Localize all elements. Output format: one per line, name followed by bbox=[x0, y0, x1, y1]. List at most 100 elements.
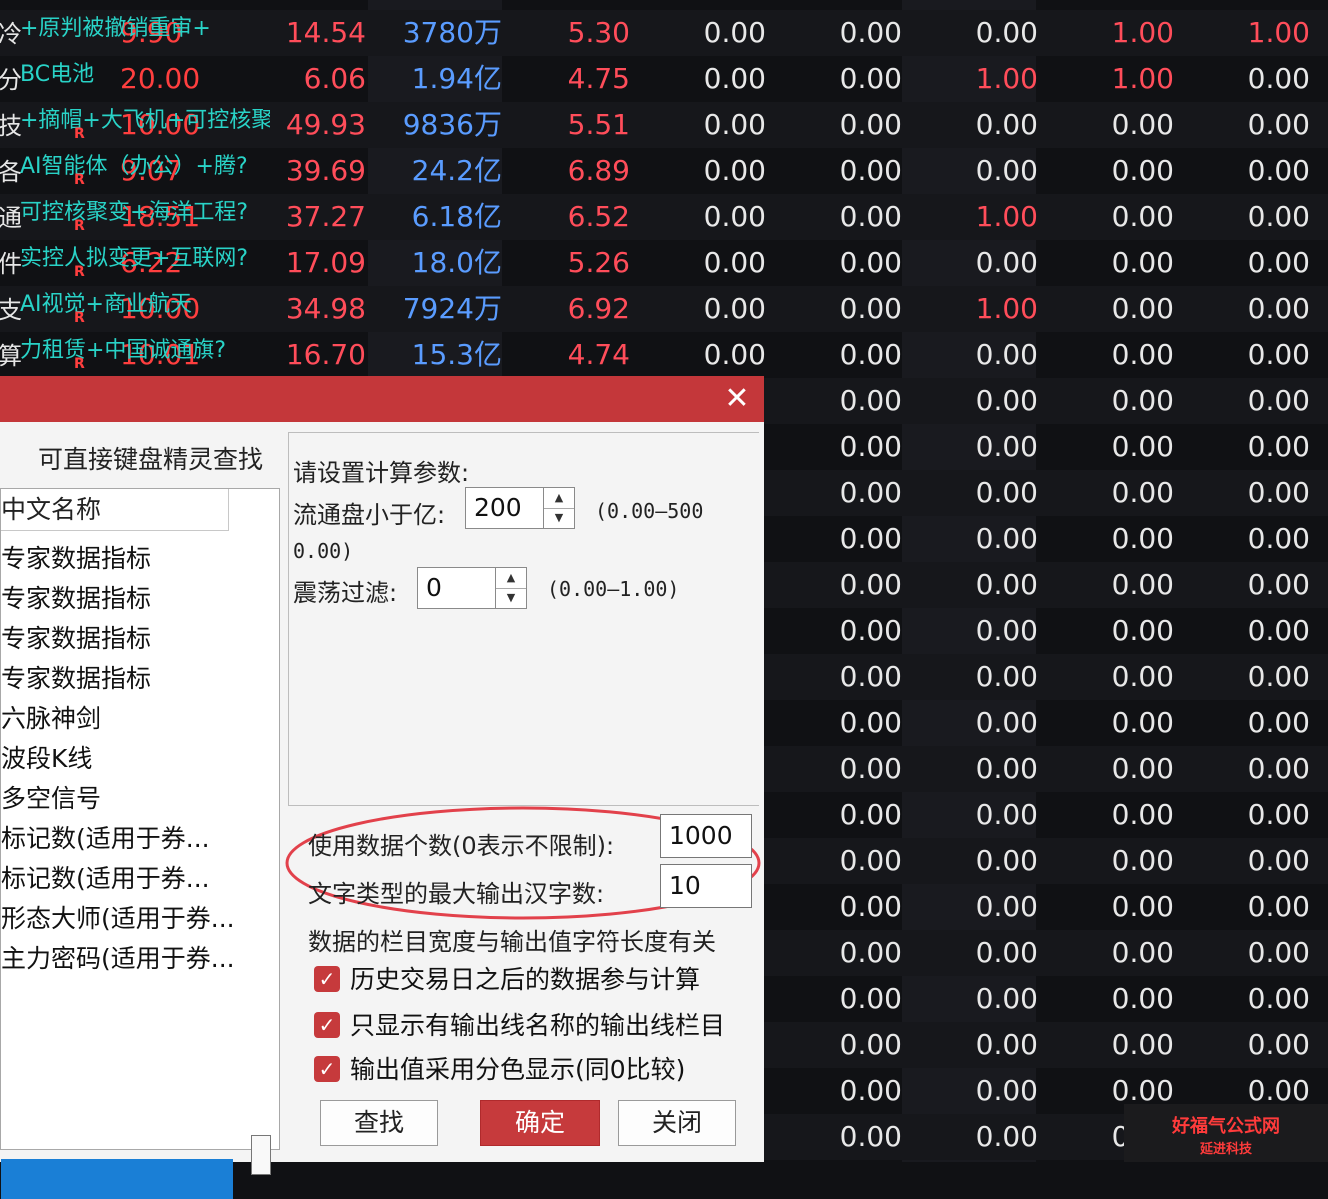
list-item[interactable]: 主力密码(适用于券... bbox=[1, 939, 271, 979]
table-cell-c4: 0.00 bbox=[703, 200, 766, 233]
table-cell-c5: 0.00 bbox=[839, 62, 902, 95]
table-cell-c6: 0.00 bbox=[975, 798, 1038, 831]
max-chars-input[interactable]: 10 bbox=[660, 864, 752, 908]
table-cell-c7: 0.00 bbox=[1111, 752, 1174, 785]
stock-name-fragment: 算 bbox=[0, 342, 22, 370]
search-hint: 可直接键盘精灵查找 bbox=[38, 445, 264, 474]
checkbox-history-days[interactable]: ✓ bbox=[314, 966, 340, 992]
list-item[interactable]: 专家数据指标 bbox=[1, 659, 271, 699]
float-cap-stepper[interactable]: 200 ▲ ▼ bbox=[465, 487, 575, 529]
table-row[interactable]: 通 18.51 可控核聚变+海洋工程? R 37.27 6.18亿 6.52 0.00 0.00… bbox=[0, 194, 1328, 240]
table-cell-c5: 0.00 bbox=[839, 522, 902, 555]
find-button[interactable]: 查找 bbox=[320, 1100, 438, 1146]
list-item[interactable]: 形态大师(适用于券... bbox=[1, 899, 271, 939]
stock-name-cell[interactable]: 通 18.51 可控核聚变+海洋工程? R bbox=[0, 194, 270, 240]
dialog-titlebar[interactable]: ✕ bbox=[0, 376, 764, 422]
table-cell-c1: 14.54 bbox=[285, 16, 366, 49]
close-button[interactable]: 关闭 bbox=[618, 1100, 736, 1146]
table-cell-c1: 49.93 bbox=[285, 108, 366, 141]
float-cap-value[interactable]: 200 bbox=[474, 488, 522, 528]
list-item[interactable]: 专家数据指标 bbox=[1, 579, 271, 619]
table-cell-c4: 0.00 bbox=[703, 338, 766, 371]
stock-name-cell[interactable]: 支 10.00 AI视觉+商业航天 R bbox=[0, 286, 270, 332]
list-scrollbar[interactable] bbox=[251, 1135, 271, 1175]
params-pane: 请设置计算参数: 流通盘小于亿: 200 ▲ ▼ (0.00—500 0.00) … bbox=[288, 432, 759, 806]
stock-name-cell[interactable]: 算 10.01 力租赁+中国诚通旗? R bbox=[0, 332, 270, 378]
stock-name-fragment: 通 bbox=[0, 204, 22, 232]
table-cell-c8: 0.00 bbox=[1247, 476, 1310, 509]
param1-range: (0.00—500 bbox=[595, 499, 704, 523]
table-cell-c3: 5.51 bbox=[567, 108, 630, 141]
table-cell-c7: 0.00 bbox=[1111, 292, 1174, 325]
stepper-up-icon[interactable]: ▲ bbox=[496, 568, 526, 589]
oscillation-filter-stepper[interactable]: 0 ▲ ▼ bbox=[417, 567, 527, 609]
list-item[interactable]: 专家数据指标 bbox=[1, 619, 271, 659]
list-item[interactable]: 六脉神剑 bbox=[1, 699, 271, 739]
table-cell-c5: 0.00 bbox=[839, 200, 902, 233]
table-cell-c7: 0.00 bbox=[1111, 384, 1174, 417]
table-cell-c2: 3780万 bbox=[402, 16, 502, 49]
table-cell-c5: 0.00 bbox=[839, 430, 902, 463]
checkbox-named-lines-only[interactable]: ✓ bbox=[314, 1012, 340, 1038]
table-cell-c6: 0.00 bbox=[975, 154, 1038, 187]
table-cell-c7: 0.00 bbox=[1111, 706, 1174, 739]
stepper-up-icon[interactable]: ▲ bbox=[544, 488, 574, 509]
table-cell-c5: 0.00 bbox=[839, 844, 902, 877]
list-column-header[interactable]: 中文名称 bbox=[1, 489, 229, 531]
table-cell-c5: 0.00 bbox=[839, 476, 902, 509]
table-cell-c1: 16.70 bbox=[285, 338, 366, 371]
table-row[interactable]: 各 9.07 AI智能体（办公）+腾? R 39.69 24.2亿 6.89 0.00 0.00… bbox=[0, 148, 1328, 194]
table-row[interactable]: 支 10.00 AI视觉+商业航天 R 34.98 7924万 6.92 0.00 0.00 1.… bbox=[0, 286, 1328, 332]
list-item[interactable]: 标记数(适用于券... bbox=[1, 819, 271, 859]
table-cell-c3: 5.30 bbox=[567, 16, 630, 49]
checkbox-named-lines-only-label[interactable]: 只显示有输出线名称的输出线栏目 bbox=[350, 1006, 725, 1042]
data-count-input[interactable]: 1000 bbox=[660, 814, 752, 858]
table-row[interactable]: 算 10.01 力租赁+中国诚通旗? R 16.70 15.3亿 4.74 0.00 0.00 0… bbox=[0, 332, 1328, 378]
stock-name-cell[interactable]: 技 10.00 +摘帽+大飞机+可控核聚 R bbox=[0, 102, 270, 148]
margin-r-icon: R bbox=[74, 356, 85, 372]
table-cell-c3: 6.52 bbox=[567, 200, 630, 233]
list-item[interactable]: 多空信号 bbox=[1, 779, 271, 819]
stock-name-cell[interactable]: 冷 9.90 +原判被撤销重审+ bbox=[0, 10, 270, 56]
table-row[interactable]: 冷 9.90 +原判被撤销重审+ 14.54 3780万 5.30 0.00 0.00 0.00… bbox=[0, 10, 1328, 56]
table-cell-c8: 0.00 bbox=[1247, 982, 1310, 1015]
checkbox-history-days-label[interactable]: 历史交易日之后的数据参与计算 bbox=[350, 960, 700, 996]
list-item[interactable]: 波段K线 bbox=[1, 739, 271, 779]
indicator-list[interactable]: 中文名称 专家数据指标 专家数据指标 专家数据指标 专家数据指标 六脉神剑 波段K线 多空信… bbox=[0, 488, 280, 1199]
close-icon[interactable]: ✕ bbox=[718, 380, 756, 418]
table-cell-c5: 0.00 bbox=[839, 1120, 902, 1153]
table-cell-c4: 0.00 bbox=[703, 246, 766, 279]
table-cell-c7: 0.00 bbox=[1111, 108, 1174, 141]
table-cell-c8: 0.00 bbox=[1247, 844, 1310, 877]
list-item[interactable]: 专家数据指标 bbox=[1, 539, 271, 579]
checkbox-color-output[interactable]: ✓ bbox=[314, 1056, 340, 1082]
param2-range: (0.00—1.00) bbox=[547, 577, 680, 601]
table-cell-c6: 0.00 bbox=[975, 844, 1038, 877]
table-row[interactable]: 件 6.22 实控人拟变更+互联网? R 17.09 18.0亿 5.26 0.00 0.00 0… bbox=[0, 240, 1328, 286]
stepper-down-icon[interactable]: ▼ bbox=[544, 508, 574, 528]
stock-name-cell[interactable]: 件 6.22 实控人拟变更+互联网? R bbox=[0, 240, 270, 286]
table-cell-c4: 0.00 bbox=[703, 292, 766, 325]
checkbox-color-output-label[interactable]: 输出值采用分色显示(同0比较) bbox=[350, 1050, 685, 1086]
table-cell-c5: 0.00 bbox=[839, 338, 902, 371]
list-item[interactable]: 标记数(适用于券... bbox=[1, 859, 271, 899]
stock-name-cell[interactable]: 各 9.07 AI智能体（办公）+腾? R bbox=[0, 148, 270, 194]
stock-name-cell[interactable]: 分 20.00 BC电池 bbox=[0, 56, 270, 102]
table-cell-c7: 0.00 bbox=[1111, 614, 1174, 647]
table-cell-c7: 0.00 bbox=[1111, 246, 1174, 279]
stepper-down-icon[interactable]: ▼ bbox=[496, 588, 526, 608]
table-row[interactable]: 分 20.00 BC电池 6.06 1.94亿 4.75 0.00 0.00 1.00 1.00 0… bbox=[0, 56, 1328, 102]
table-cell-c2: 9836万 bbox=[402, 108, 502, 141]
selected-list-item[interactable] bbox=[1, 1159, 233, 1199]
table-cell-c6: 1.00 bbox=[975, 62, 1038, 95]
table-cell-c6: 0.00 bbox=[975, 568, 1038, 601]
table-row[interactable]: 技 10.00 +摘帽+大飞机+可控核聚 R 49.93 9836万 5.51 0.00 0.0… bbox=[0, 102, 1328, 148]
ok-button[interactable]: 确定 bbox=[480, 1100, 600, 1146]
table-cell-c5: 0.00 bbox=[839, 1074, 902, 1107]
table-cell-c8: 0.00 bbox=[1247, 522, 1310, 555]
table-cell-c8: 0.00 bbox=[1247, 200, 1310, 233]
oscillation-filter-value[interactable]: 0 bbox=[426, 568, 442, 608]
table-cell-c7: 0.00 bbox=[1111, 982, 1174, 1015]
params-title: 请设置计算参数: bbox=[293, 459, 470, 487]
table-cell-c4: 0.00 bbox=[703, 16, 766, 49]
